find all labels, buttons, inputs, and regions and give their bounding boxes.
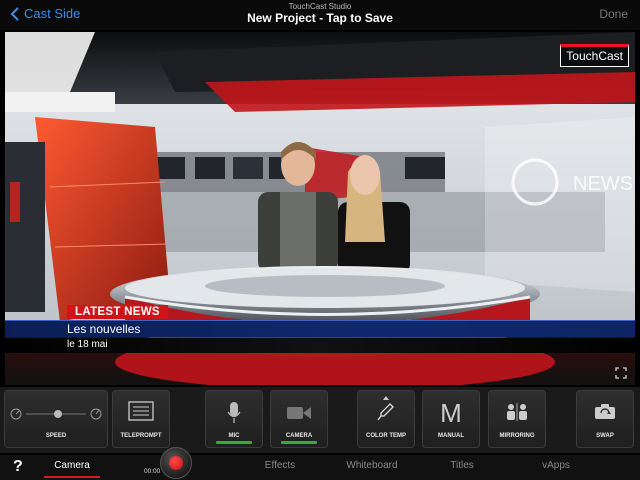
camera-label: CAMERA (285, 433, 313, 439)
mic-label: MIC (228, 433, 240, 439)
headline-bar: Les nouvelles (5, 320, 635, 337)
touchcast-studio-screen: Cast Side TouchCast Studio New Project -… (0, 0, 640, 480)
slider-icon (10, 408, 102, 420)
done-button[interactable]: Done (599, 7, 628, 21)
help-button[interactable]: ? (13, 458, 23, 476)
color-temp-label: COLOR TEMP (366, 433, 406, 439)
mic-button[interactable]: MIC (205, 390, 263, 448)
tab-vapps[interactable]: vApps (536, 460, 576, 471)
top-navigation-bar: Cast Side TouchCast Studio New Project -… (0, 0, 640, 30)
date-text: le 18 mai (67, 339, 108, 350)
camera-controls-panel: SPEED TELEPROMPT MIC CAMERA COLOR TEMP M… (0, 387, 640, 453)
swap-button[interactable]: SWAP (576, 390, 634, 448)
fullscreen-icon[interactable] (615, 367, 627, 379)
tab-camera[interactable]: Camera (44, 460, 100, 471)
date-bar: le 18 mai (5, 338, 635, 353)
teleprompter-icon (128, 401, 154, 421)
record-button[interactable] (160, 447, 192, 479)
bottom-tab-bar: ? Camera 00:00 Effects Whiteboard Titles… (0, 455, 640, 480)
headline-text: Les nouvelles (67, 322, 141, 336)
color-temp-button[interactable]: COLOR TEMP (357, 390, 415, 448)
camera-button[interactable]: CAMERA (270, 390, 328, 448)
recording-timer: 00:00 (144, 468, 161, 475)
active-tab-indicator (44, 476, 100, 478)
mirror-people-icon (507, 403, 527, 421)
backdrop-news-sign: NEWS (573, 173, 633, 195)
teleprompt-button[interactable]: TELEPROMPT (112, 390, 170, 448)
teleprompt-label: TELEPROMPT (120, 433, 162, 439)
video-camera-icon (287, 407, 311, 419)
touchcast-brand-badge: TouchCast (560, 44, 629, 67)
tab-whiteboard[interactable]: Whiteboard (342, 460, 402, 471)
project-title[interactable]: New Project - Tap to Save (0, 11, 640, 25)
latest-news-tag: LATEST NEWS (67, 305, 168, 319)
mic-active-indicator (216, 441, 252, 444)
mirroring-button[interactable]: MIRRORING (488, 390, 546, 448)
tab-effects[interactable]: Effects (258, 460, 302, 471)
swap-camera-icon (595, 404, 615, 419)
manual-label: MANUAL (438, 433, 464, 439)
manual-m-icon: M (440, 398, 462, 428)
camera-preview[interactable]: NEWS TouchCast LATEST NEWS Les nouvelles… (5, 32, 635, 385)
speed-control[interactable]: SPEED (4, 390, 108, 448)
speed-label: SPEED (45, 433, 67, 439)
mirroring-label: MIRRORING (499, 433, 535, 439)
camera-active-indicator (281, 441, 317, 444)
swap-label: SWAP (596, 433, 614, 439)
dropper-icon (377, 396, 394, 421)
microphone-icon (227, 402, 241, 423)
manual-button[interactable]: M MANUAL (422, 390, 480, 448)
app-name: TouchCast Studio (288, 2, 352, 11)
tab-titles[interactable]: Titles (444, 460, 480, 471)
